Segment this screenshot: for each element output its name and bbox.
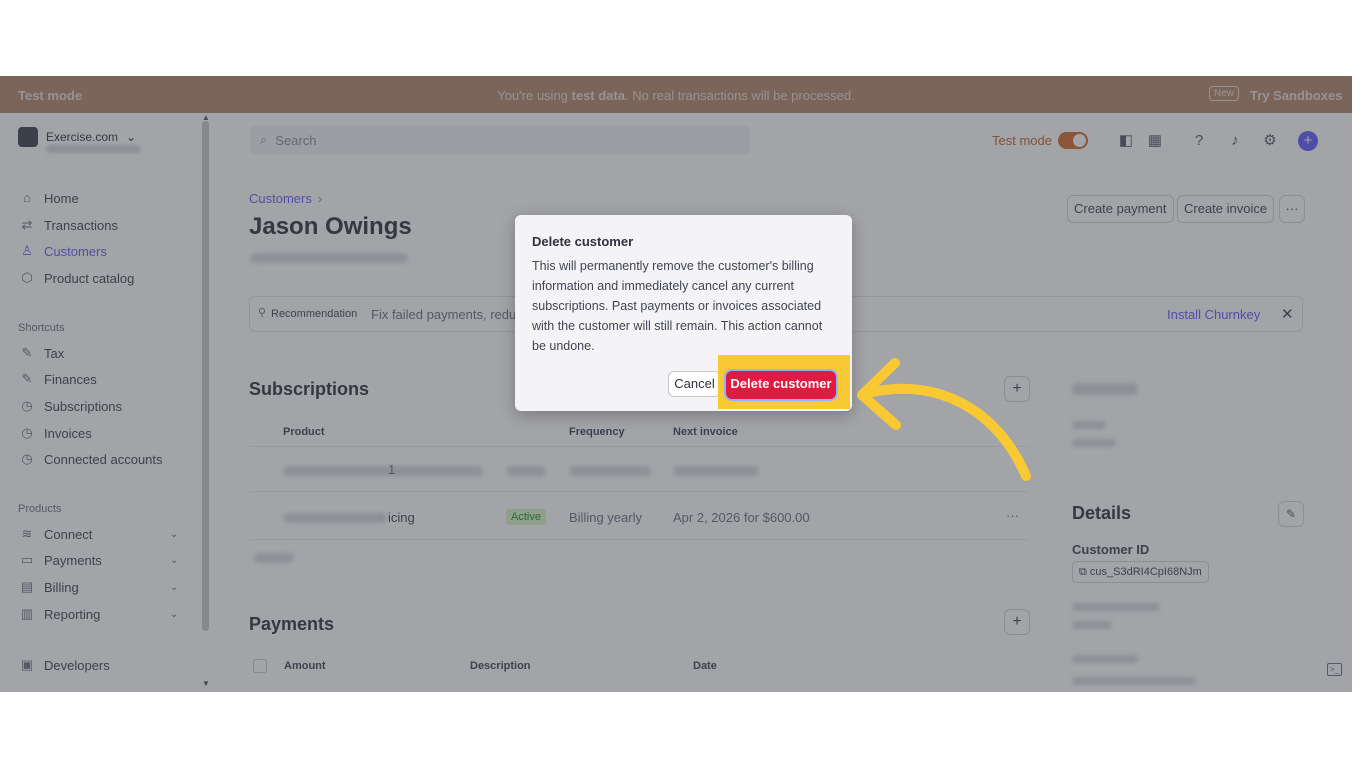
delete-customer-button[interactable]: Delete customer [726,371,836,399]
dialog-body: This will permanently remove the custome… [532,259,823,353]
dialog-title: Delete customer [532,234,634,249]
cancel-button[interactable]: Cancel [668,371,721,397]
app-frame: Test mode You're using test data. No rea… [0,76,1366,692]
pointer-arrow-icon [857,358,1031,481]
